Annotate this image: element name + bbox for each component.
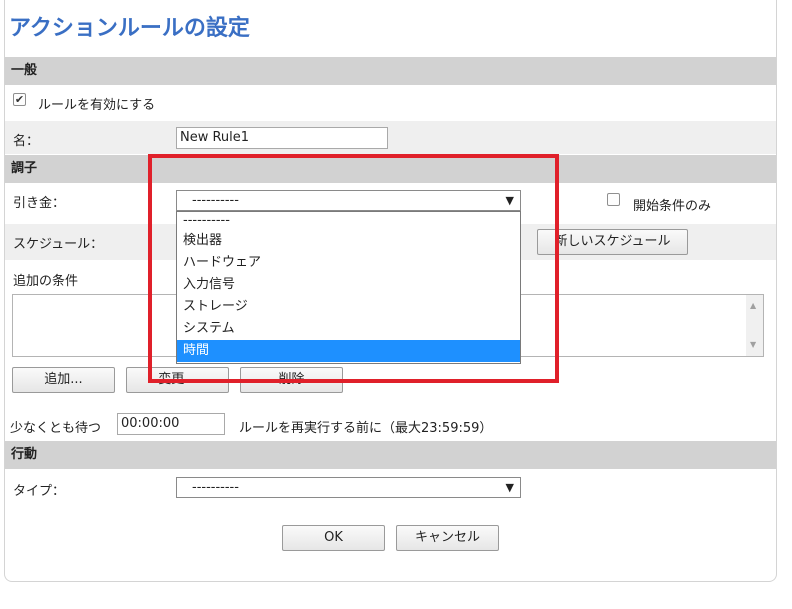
name-input[interactable]: New Rule1	[176, 127, 388, 149]
new-schedule-button[interactable]: 新しいスケジュール	[537, 229, 688, 255]
wait-label: 少なくとも待つ	[10, 421, 102, 436]
type-label: タイプ：	[13, 484, 66, 499]
wait-suffix-label: ルールを再実行する前に（最大23:59:59）	[239, 421, 493, 436]
highlight-box	[148, 154, 559, 383]
scroll-down-icon[interactable]: ▼	[750, 340, 756, 349]
enable-rule-label: ルールを有効にする	[38, 98, 156, 113]
start-only-label: 開始条件のみ	[633, 199, 712, 214]
chevron-down-icon: ▼	[505, 481, 514, 494]
section-header-general: 一般	[5, 57, 776, 85]
section-header-action: 行動	[5, 441, 776, 469]
action-type-value: ----------	[192, 480, 239, 495]
cancel-button[interactable]: キャンセル	[396, 525, 499, 551]
wait-time-input[interactable]: 00:00:00	[117, 413, 225, 435]
enable-rule-checkbox[interactable]: ✔	[13, 93, 26, 106]
scroll-up-icon[interactable]: ▲	[750, 301, 756, 310]
action-type-select[interactable]: ---------- ▼	[176, 477, 521, 498]
schedule-label: スケジュール：	[13, 237, 104, 252]
trigger-label: 引き金：	[13, 196, 66, 211]
start-only-checkbox[interactable]	[607, 193, 620, 206]
add-condition-button[interactable]: 追加...	[12, 367, 115, 393]
name-row	[5, 121, 776, 154]
ok-button[interactable]: OK	[282, 525, 385, 551]
conditions-scrollbar[interactable]: ▲ ▼	[746, 295, 763, 356]
name-label: 名：	[13, 134, 40, 149]
page-title: アクションルールの設定	[9, 16, 250, 41]
additional-conditions-label: 追加の条件	[13, 274, 79, 289]
check-icon: ✔	[14, 93, 25, 106]
